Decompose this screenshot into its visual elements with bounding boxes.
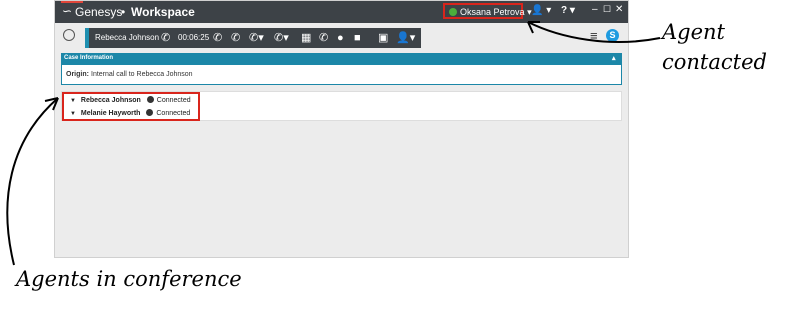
agent-contacted-arrow [527, 21, 661, 43]
conference-arrow [6, 97, 59, 266]
annotation-line-1: Agent [662, 20, 725, 44]
agents-in-conference-annotation: Agents in conference [16, 267, 242, 291]
agent-contacted-annotation: Agent contacted [662, 20, 797, 74]
annotation-line-2: contacted [662, 50, 767, 74]
